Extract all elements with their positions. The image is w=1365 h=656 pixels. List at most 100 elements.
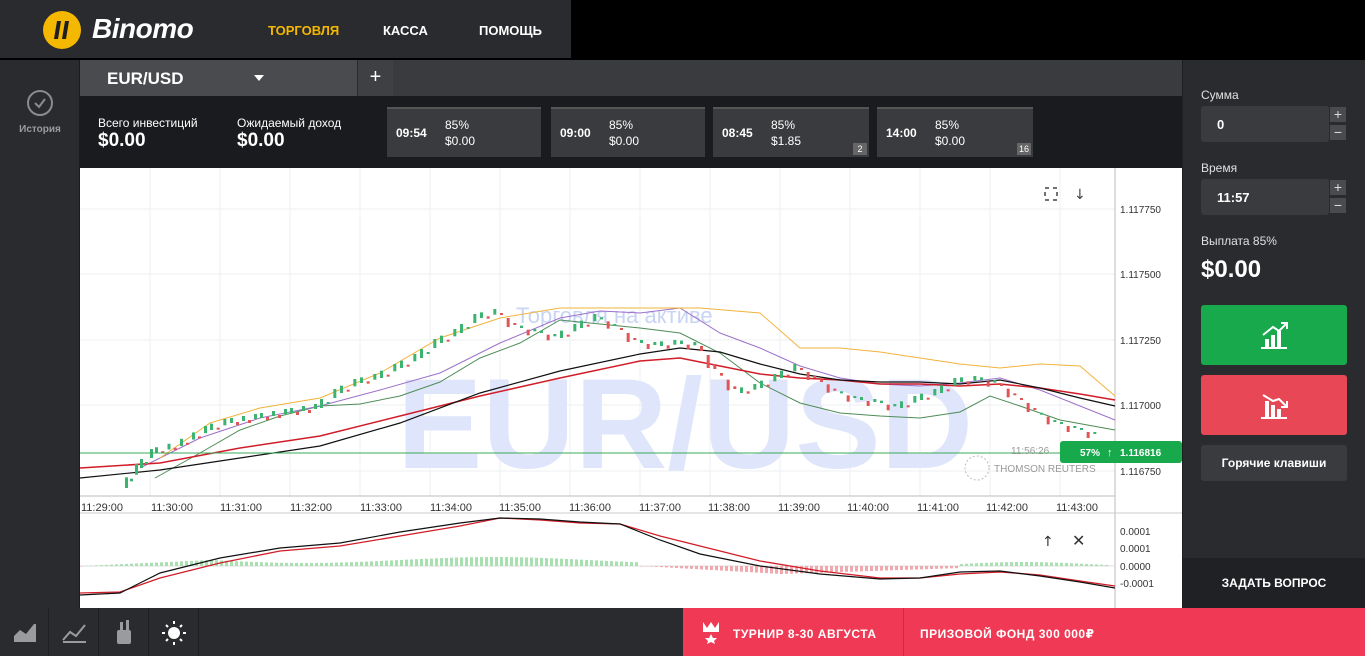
candle	[1020, 398, 1023, 400]
deal-card[interactable]: 08:45 85% $1.85 2	[713, 107, 869, 157]
cursor-time: 11:56:26	[1011, 446, 1050, 457]
add-asset-tab-button[interactable]: +	[357, 60, 393, 96]
macd-bar	[150, 562, 153, 566]
macd-tick: 0.0001	[1120, 544, 1151, 555]
candle	[753, 384, 757, 390]
candle	[553, 334, 557, 337]
deal-card[interactable]: 14:00 85% $0.00 16	[877, 107, 1033, 157]
macd-bar	[845, 566, 848, 572]
ask-question-button[interactable]: ЗАДАТЬ ВОПРОС	[1183, 558, 1365, 608]
price-chart[interactable]: EUR/USD Торговля на активе 11:56:26 57% …	[80, 168, 1182, 608]
asset-selector[interactable]: EUR/USD	[80, 60, 357, 96]
drawing-tools-icon	[117, 620, 131, 644]
arrow-up-icon[interactable]: ↑	[1042, 534, 1054, 550]
time-input[interactable]: 11:57	[1201, 179, 1329, 215]
candle	[1000, 384, 1003, 386]
brand-name[interactable]: Binomo	[92, 13, 194, 45]
nav-cashier[interactable]: КАССА	[383, 23, 428, 38]
candle	[230, 418, 233, 423]
macd-bar	[1010, 562, 1013, 566]
area-chart-button[interactable]	[0, 608, 49, 656]
candle	[773, 374, 777, 382]
candle	[400, 360, 403, 368]
expected-income-value: $0.00	[237, 130, 285, 151]
close-icon[interactable]: ✕	[1072, 531, 1085, 550]
macd-bar	[80, 566, 83, 567]
deal-card[interactable]: 09:54 85% $0.00	[387, 107, 541, 157]
macd-bar	[235, 561, 238, 566]
theme-toggle-button[interactable]	[150, 608, 199, 656]
deal-card[interactable]: 09:00 85% $0.00	[551, 107, 705, 157]
macd-bar	[330, 562, 333, 566]
macd-bar	[985, 562, 988, 566]
macd-bar	[480, 557, 483, 566]
candle	[666, 345, 670, 349]
candle	[266, 417, 269, 420]
macd-bar	[655, 566, 658, 567]
time-increase-button[interactable]: +	[1329, 179, 1347, 196]
candle	[254, 414, 257, 419]
candle	[296, 412, 299, 415]
macd-bar	[390, 560, 393, 566]
candle	[204, 426, 207, 434]
logo-icon[interactable]	[43, 11, 81, 49]
candle	[720, 373, 723, 376]
expected-income-label: Ожидаемый доход	[237, 116, 342, 130]
candle	[466, 327, 470, 329]
buy-down-button[interactable]	[1201, 375, 1347, 435]
indicators-button[interactable]	[50, 608, 99, 656]
macd-bar	[1025, 562, 1028, 566]
asset-tab-bar: EUR/USD +	[80, 60, 1182, 96]
trophy-icon	[703, 622, 719, 644]
macd-bar	[430, 558, 433, 566]
price-tag-value: 1.116816	[1120, 448, 1162, 459]
tournament-banner[interactable]: ТУРНИР 8-30 АВГУСТА ПРИЗОВОЙ ФОНД 300 00…	[683, 608, 1365, 656]
nav-trading[interactable]: ТОРГОВЛЯ	[268, 23, 339, 38]
sum-decrease-button[interactable]: −	[1329, 124, 1347, 141]
macd-bar	[300, 562, 303, 566]
time-decrease-button[interactable]: −	[1329, 197, 1347, 214]
macd-bar	[600, 560, 603, 566]
fullscreen-icon[interactable]	[1044, 187, 1058, 201]
macd-bar	[705, 566, 708, 570]
macd-bar	[500, 557, 503, 566]
macd-bar	[1100, 564, 1103, 566]
macd-bar	[885, 566, 888, 571]
macd-bar	[585, 559, 588, 566]
candle	[960, 377, 963, 382]
candle	[900, 401, 903, 408]
candle	[1080, 428, 1083, 430]
sum-increase-button[interactable]: +	[1329, 106, 1347, 123]
chevron-down-icon[interactable]: ↓	[1074, 187, 1086, 203]
candle	[453, 329, 457, 337]
macd-bar	[960, 563, 963, 566]
candle	[272, 411, 275, 416]
candle	[1026, 403, 1030, 412]
chart-canvas[interactable]: EUR/USD Торговля на активе 11:56:26 57% …	[80, 168, 1182, 608]
macd-bar	[505, 557, 508, 566]
time-tick: 11:32:00	[290, 502, 332, 514]
history-button[interactable]: История	[0, 60, 80, 150]
buy-up-button[interactable]	[1201, 305, 1347, 365]
macd-bar	[445, 557, 448, 566]
candle	[180, 438, 183, 446]
macd-bar	[450, 557, 453, 566]
nav-help[interactable]: ПОМОЩЬ	[479, 23, 542, 38]
history-label: История	[19, 124, 61, 135]
hotkeys-button[interactable]: Горячие клавиши	[1201, 445, 1347, 481]
candle	[198, 436, 201, 439]
time-tick: 11:37:00	[639, 502, 681, 514]
candle	[620, 328, 623, 330]
macd-bar	[1065, 563, 1068, 566]
candle	[366, 381, 370, 384]
deal-amount: $0.00	[935, 134, 966, 148]
sum-input[interactable]: 0	[1201, 106, 1329, 142]
macd-bar	[625, 561, 628, 566]
candle	[540, 330, 543, 333]
macd-bar	[400, 559, 403, 566]
macd-bar	[495, 557, 498, 566]
candle	[526, 329, 530, 336]
candle	[360, 377, 363, 383]
candle	[680, 340, 683, 344]
drawing-tools-button[interactable]	[100, 608, 149, 656]
